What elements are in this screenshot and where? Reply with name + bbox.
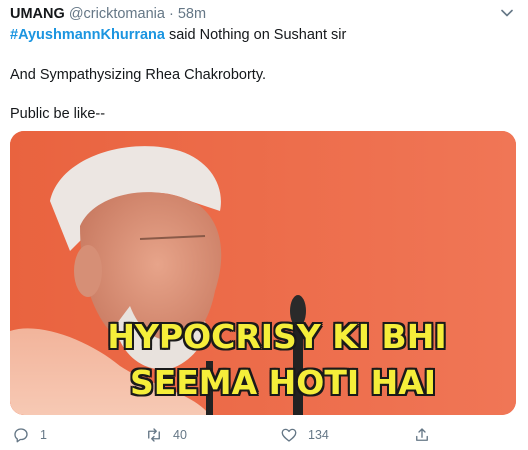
tweet-media-image[interactable]: HYPOCRISY KI BHI SEEMA HOTI HAI [10,131,516,415]
tweet-card[interactable]: UMANG @cricktomania · 58m #AyushmannKhur… [0,0,528,450]
tweet-text-rest: said Nothing on Sushant sir [164,27,347,43]
like-count: 134 [308,428,329,442]
share-icon [416,428,428,441]
meme-caption-line-1: HYPOCRISY KI BHI [107,317,447,356]
reply-button[interactable]: 1 [12,424,47,446]
tweet-text-line-3: Public be like-- [10,106,106,122]
tweet-header: UMANG @cricktomania · 58m [10,4,518,24]
tweet-text-line-1: #AyushmannKhurrana said Nothing on Susha… [10,25,346,45]
share-button[interactable] [413,424,431,446]
author-name[interactable]: UMANG [10,6,65,22]
retweet-count: 40 [173,428,187,442]
chevron-down-icon[interactable] [500,6,514,20]
author-handle[interactable]: @cricktomania [69,6,165,22]
hashtag-link[interactable]: #AyushmannKhurrana [10,27,165,43]
retweet-icon [148,428,160,442]
timestamp[interactable]: 58m [178,6,206,22]
separator-dot: · [168,6,174,22]
reply-icon [14,428,28,443]
tweet-actions: 1 40 134 [0,424,528,448]
tweet-text-line-2: And Sympathysizing Rhea Chakroborty. [10,67,267,83]
reply-count: 1 [40,428,47,442]
heart-icon [281,428,297,442]
retweet-button[interactable]: 40 [145,424,187,446]
like-button[interactable]: 134 [280,424,329,446]
meme-caption-line-2: SEEMA HOTI HAI [129,363,437,402]
